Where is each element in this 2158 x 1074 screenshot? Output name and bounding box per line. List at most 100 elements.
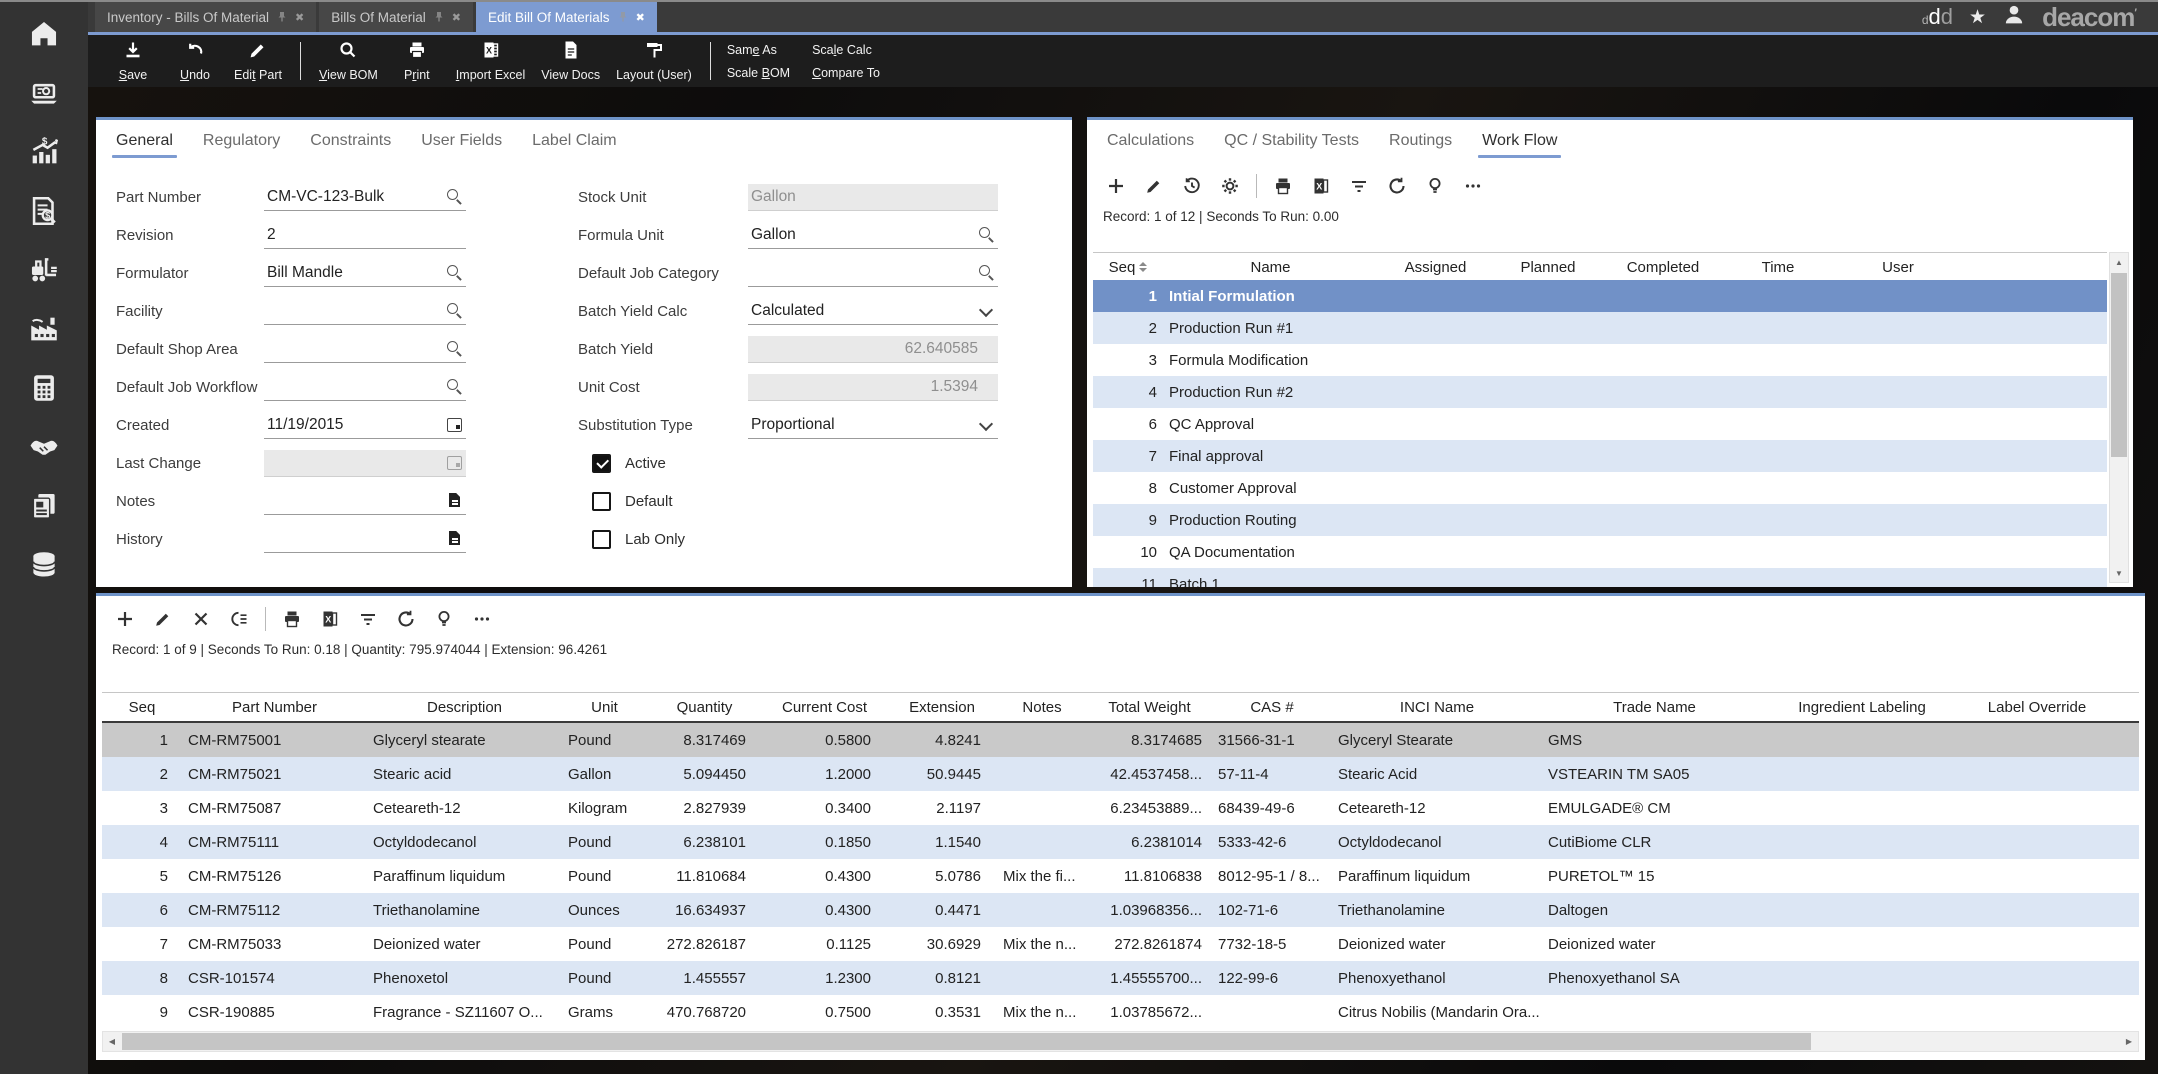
field-input[interactable]: Gallon — [748, 184, 998, 211]
sub-items-icon[interactable] — [224, 606, 254, 632]
field-icon[interactable] — [978, 416, 995, 433]
form-tab[interactable]: General — [116, 132, 173, 163]
printer-icon[interactable] — [277, 606, 307, 632]
column-header-assigned[interactable]: Assigned — [1378, 253, 1493, 281]
field-icon[interactable] — [978, 378, 995, 395]
column-header-current-cost[interactable]: Current Cost — [762, 693, 887, 721]
field-input[interactable] — [264, 450, 466, 477]
column-header-cas[interactable]: CAS # — [1212, 693, 1332, 721]
bom-row[interactable]: 6 CM-RM75112 Triethanolamine Ounces 16.6… — [102, 893, 2139, 927]
view-bom-button[interactable]: View BOM — [311, 35, 386, 87]
bom-row[interactable]: 8 CSR-101574 Phenoxetol Pound 1.455557 1… — [102, 961, 2139, 995]
same-as-button[interactable]: Same As — [727, 43, 790, 57]
column-header-completed[interactable]: Completed — [1603, 253, 1723, 281]
workflow-row[interactable]: 10 QA Documentation — [1093, 536, 2107, 568]
field-icon[interactable] — [978, 302, 995, 319]
form-tab[interactable]: User Fields — [421, 132, 502, 163]
field-icon[interactable] — [446, 454, 463, 471]
database-icon[interactable] — [27, 548, 61, 582]
printer-icon[interactable] — [1268, 173, 1298, 199]
column-header-user[interactable]: User — [1833, 253, 1963, 281]
pin-icon[interactable] — [618, 11, 628, 23]
field-input[interactable] — [264, 298, 466, 325]
column-header-inci-name[interactable]: INCI Name — [1332, 693, 1542, 721]
column-header-part-number[interactable]: Part Number — [182, 693, 367, 721]
factory-icon[interactable] — [27, 312, 61, 346]
scroll-left-arrow[interactable]: ◀ — [103, 1032, 121, 1051]
scroll-up-arrow[interactable]: ▲ — [2110, 253, 2128, 271]
add-icon[interactable] — [1101, 173, 1131, 199]
column-header-description[interactable]: Description — [367, 693, 562, 721]
workflow-tab[interactable]: QC / Stability Tests — [1224, 132, 1359, 163]
field-input[interactable]: CM-VC-123-Bulk — [264, 184, 466, 211]
pencil-icon[interactable] — [1139, 173, 1169, 199]
scale-calc-button[interactable]: Scale Calc — [812, 43, 880, 57]
scale-bom-button[interactable]: Scale BOM — [727, 66, 790, 80]
home-icon[interactable] — [27, 17, 61, 51]
excel-icon[interactable]: X — [1306, 173, 1336, 199]
checkbox[interactable] — [592, 492, 611, 511]
refresh-icon[interactable] — [391, 606, 421, 632]
workflow-row[interactable]: 1 Intial Formulation — [1093, 280, 2107, 312]
field-icon[interactable] — [446, 226, 463, 243]
workflow-vertical-scrollbar[interactable]: ▲ ▼ — [2109, 252, 2129, 583]
document-search-icon[interactable]: $ — [27, 194, 61, 228]
workflow-row[interactable]: 8 Customer Approval — [1093, 472, 2107, 504]
column-header-notes[interactable]: Notes — [997, 693, 1087, 721]
checkbox-row[interactable]: Lab Only — [592, 520, 685, 558]
delete-icon[interactable] — [186, 606, 216, 632]
field-icon[interactable] — [978, 226, 995, 243]
checkbox[interactable] — [592, 530, 611, 549]
bom-row[interactable]: 5 CM-RM75126 Paraffinum liquidum Pound 1… — [102, 859, 2139, 893]
bom-row[interactable]: 2 CM-RM75021 Stearic acid Gallon 5.09445… — [102, 757, 2139, 791]
scroll-thumb[interactable] — [2111, 273, 2127, 457]
workflow-tab[interactable]: Calculations — [1107, 132, 1194, 163]
workflow-row[interactable]: 7 Final approval — [1093, 440, 2107, 472]
pin-icon[interactable] — [434, 11, 444, 23]
handshake-icon[interactable] — [27, 430, 61, 464]
field-input[interactable] — [748, 260, 998, 287]
edit-part-button[interactable]: Edit Part — [226, 35, 290, 87]
documents-icon[interactable] — [27, 489, 61, 523]
window-tab[interactable]: Inventory - Bills Of Material ✖ — [95, 2, 316, 32]
column-header-extension[interactable]: Extension — [887, 693, 997, 721]
checkbox-row[interactable]: Default — [592, 482, 685, 520]
field-input[interactable]: 62.640585 — [748, 336, 998, 363]
workflow-row[interactable]: 6 QC Approval — [1093, 408, 2107, 440]
workflow-row[interactable]: 2 Production Run #1 — [1093, 312, 2107, 344]
field-input[interactable]: 11/19/2015 — [264, 412, 466, 439]
bom-horizontal-scrollbar[interactable]: ◀ ▶ — [102, 1031, 2139, 1052]
refresh-icon[interactable] — [1382, 173, 1412, 199]
field-input[interactable] — [264, 336, 466, 363]
user-shortcut-text[interactable]: d d d — [1922, 4, 1953, 30]
workflow-row[interactable]: 11 Batch 1 — [1093, 568, 2107, 587]
bom-row[interactable]: 9 CSR-190885 Fragrance - SZ11607 O... Gr… — [102, 995, 2139, 1029]
close-icon[interactable]: ✖ — [295, 11, 304, 24]
workflow-tab[interactable]: Routings — [1389, 132, 1452, 163]
column-header-ingredient-labeling[interactable]: Ingredient Labeling — [1767, 693, 1957, 721]
field-icon[interactable] — [978, 188, 995, 205]
field-icon[interactable] — [446, 416, 463, 433]
field-icon[interactable] — [446, 492, 463, 509]
workflow-row[interactable]: 9 Production Routing — [1093, 504, 2107, 536]
undo-button[interactable]: Undo — [164, 35, 226, 87]
field-icon[interactable] — [446, 302, 463, 319]
save-button[interactable]: Save — [102, 35, 164, 87]
scroll-down-arrow[interactable]: ▼ — [2110, 564, 2128, 582]
more-icon[interactable] — [467, 606, 497, 632]
field-input[interactable]: Proportional — [748, 412, 998, 439]
field-icon[interactable] — [446, 530, 463, 547]
calculator-icon[interactable] — [27, 371, 61, 405]
field-input[interactable] — [264, 488, 466, 515]
column-header-label-override[interactable]: Label Override — [1957, 693, 2117, 721]
field-input[interactable]: 2 — [264, 222, 466, 249]
filter-icon[interactable] — [1344, 173, 1374, 199]
bom-row[interactable]: 7 CM-RM75033 Deionized water Pound 272.8… — [102, 927, 2139, 961]
column-header-unit[interactable]: Unit — [562, 693, 647, 721]
form-tab[interactable]: Regulatory — [203, 132, 280, 163]
import-excel-button[interactable]: X Import Excel — [448, 35, 533, 87]
field-input[interactable] — [264, 374, 466, 401]
column-header-time[interactable]: Time — [1723, 253, 1833, 281]
workflow-tab[interactable]: Work Flow — [1482, 132, 1557, 163]
form-tab[interactable]: Constraints — [310, 132, 391, 163]
